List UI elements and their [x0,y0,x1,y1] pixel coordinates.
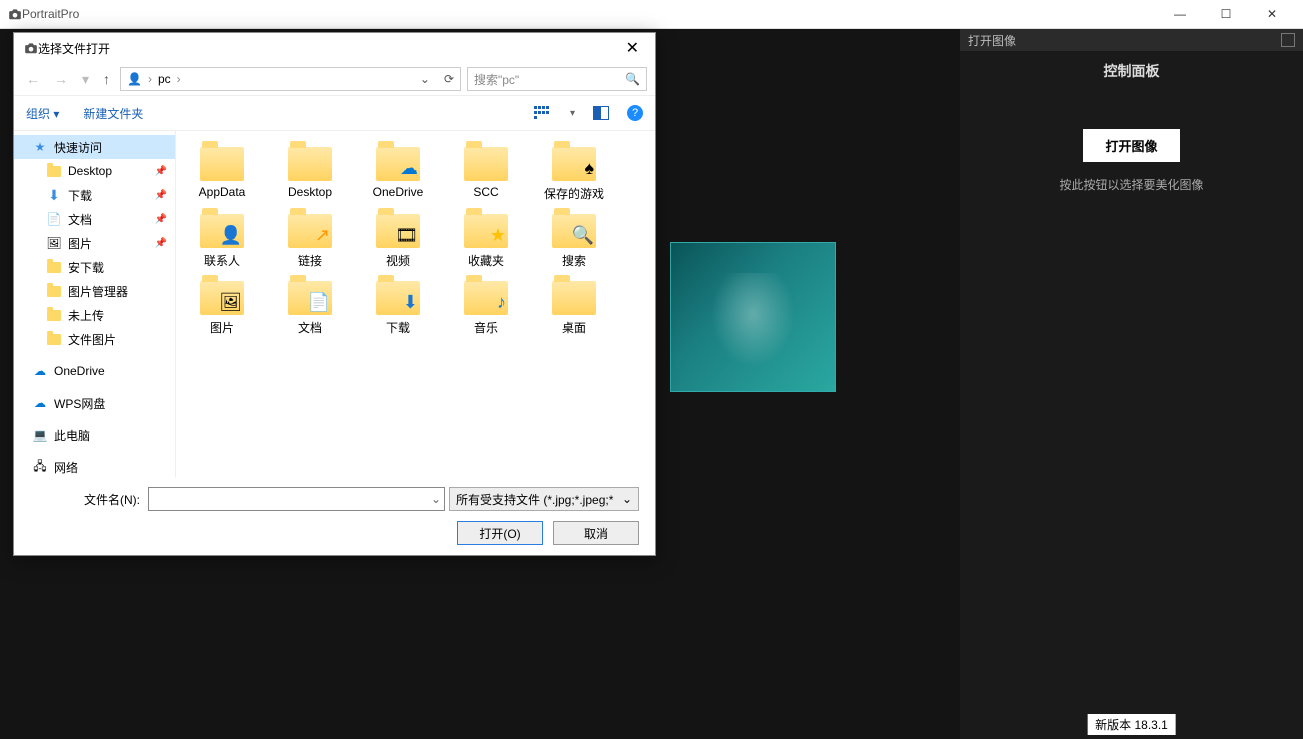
preview-pane-button[interactable] [593,106,609,120]
tree-filepic[interactable]: 文件图片 [14,327,175,351]
pin-icon: 📌 [155,190,167,201]
file-list[interactable]: AppData Desktop ☁OneDrive SCC ♠保存的游戏 👤联系… [176,131,655,477]
folder-links[interactable]: ↗链接 [272,210,348,273]
tree-quick-access[interactable]: ★快速访问 [14,135,175,159]
tree-picmgr[interactable]: 图片管理器 [14,279,175,303]
organize-menu[interactable]: 组织 ▾ [26,105,59,122]
panel-title: 控制面板 [960,51,1303,91]
minimize-button[interactable]: — [1157,0,1203,29]
filename-label: 文件名(N): [30,491,140,508]
app-title: PortraitPro [22,7,79,21]
search-icon: 🔍 [625,72,640,86]
folder-downloads[interactable]: ⬇下载 [360,277,436,340]
preview-image [670,242,836,392]
camera-icon [8,7,22,21]
close-button[interactable]: ✕ [1249,0,1295,29]
search-input[interactable]: 搜索"pc" 🔍 [467,67,647,91]
pin-icon: 📌 [155,238,167,249]
panel-detach-icon[interactable] [1281,33,1295,47]
dialog-body: ★快速访问 Desktop📌 ⬇下载📌 📄文档📌 🖼图片📌 安下载 图片管理器 … [14,131,655,477]
address-bar[interactable]: 👤 › pc › ⌄ ⟳ [120,67,461,91]
folder-savedgames[interactable]: ♠保存的游戏 [536,143,612,206]
panel-header: 打开图像 [960,29,1303,51]
tree-downloads[interactable]: ⬇下载📌 [14,183,175,207]
pin-icon: 📌 [155,214,167,225]
tree-pictures[interactable]: 🖼图片📌 [14,231,175,255]
help-button[interactable]: ? [627,105,643,121]
folder-desktop2[interactable]: 桌面 [536,277,612,340]
search-placeholder: 搜索"pc" [474,71,519,88]
open-button[interactable]: 打开(O) [457,521,543,545]
refresh-icon[interactable]: ⟳ [444,72,454,86]
dialog-titlebar[interactable]: 选择文件打开 ✕ [14,33,655,63]
tree-notup[interactable]: 未上传 [14,303,175,327]
dialog-footer: 文件名(N): ⌄ 所有受支持文件 (*.jpg;*.jpeg;*⌄ 打开(O)… [14,477,655,555]
new-folder-button[interactable]: 新建文件夹 [83,105,143,122]
tree-desktop[interactable]: Desktop📌 [14,159,175,183]
folder-music[interactable]: ♪音乐 [448,277,524,340]
user-icon: 👤 [127,72,142,86]
nav-recent-button[interactable]: ▾ [78,71,93,88]
folder-pictures[interactable]: 🖼图片 [184,277,260,340]
cancel-button[interactable]: 取消 [553,521,639,545]
nav-tree[interactable]: ★快速访问 Desktop📌 ⬇下载📌 📄文档📌 🖼图片📌 安下载 图片管理器 … [14,131,176,477]
open-image-button[interactable]: 打开图像 [1083,129,1179,162]
dialog-nav: ← → ▾ ↑ 👤 › pc › ⌄ ⟳ 搜索"pc" 🔍 [14,63,655,95]
file-filter-select[interactable]: 所有受支持文件 (*.jpg;*.jpeg;*⌄ [449,487,639,511]
maximize-button[interactable]: ☐ [1203,0,1249,29]
folder-appdata[interactable]: AppData [184,143,260,206]
dialog-toolbar: 组织 ▾ 新建文件夹 ▾ ? [14,95,655,131]
app-titlebar[interactable]: PortraitPro — ☐ ✕ [0,0,1303,29]
camera-icon [24,41,38,55]
path-segment[interactable]: pc [158,72,171,86]
filename-input[interactable] [148,487,445,511]
tree-documents[interactable]: 📄文档📌 [14,207,175,231]
tree-onedrive[interactable]: ☁OneDrive [14,359,175,383]
file-open-dialog: 选择文件打开 ✕ ← → ▾ ↑ 👤 › pc › ⌄ ⟳ 搜索"pc" 🔍 组… [13,32,656,556]
folder-favorites[interactable]: ★收藏夹 [448,210,524,273]
panel-header-label: 打开图像 [968,32,1016,49]
folder-scc[interactable]: SCC [448,143,524,206]
address-dropdown-icon[interactable]: ⌄ [420,72,430,86]
folder-search[interactable]: 🔍搜索 [536,210,612,273]
tree-anxz[interactable]: 安下载 [14,255,175,279]
folder-onedrive[interactable]: ☁OneDrive [360,143,436,206]
folder-contacts[interactable]: 👤联系人 [184,210,260,273]
open-image-hint: 按此按钮以选择要美化图像 [1059,176,1203,193]
nav-up-button[interactable]: ↑ [99,71,114,87]
nav-back-button[interactable]: ← [22,71,44,87]
tree-wps[interactable]: ☁WPS网盘 [14,391,175,415]
dialog-title: 选择文件打开 [38,40,110,57]
tree-thispc[interactable]: 💻此电脑 [14,423,175,447]
folder-documents[interactable]: 📄文档 [272,277,348,340]
chevron-down-icon: ⌄ [622,492,632,506]
version-badge[interactable]: 新版本 18.3.1 [1087,714,1176,735]
dialog-close-button[interactable]: ✕ [620,38,645,58]
pin-icon: 📌 [155,166,167,177]
folder-videos[interactable]: 🎞视频 [360,210,436,273]
tree-network[interactable]: 🖧网络 [14,455,175,477]
control-panel: 打开图像 控制面板 打开图像 按此按钮以选择要美化图像 新版本 18.3.1 [960,29,1303,739]
nav-forward-button[interactable]: → [50,71,72,87]
folder-desktop[interactable]: Desktop [272,143,348,206]
view-mode-button[interactable] [534,106,552,120]
